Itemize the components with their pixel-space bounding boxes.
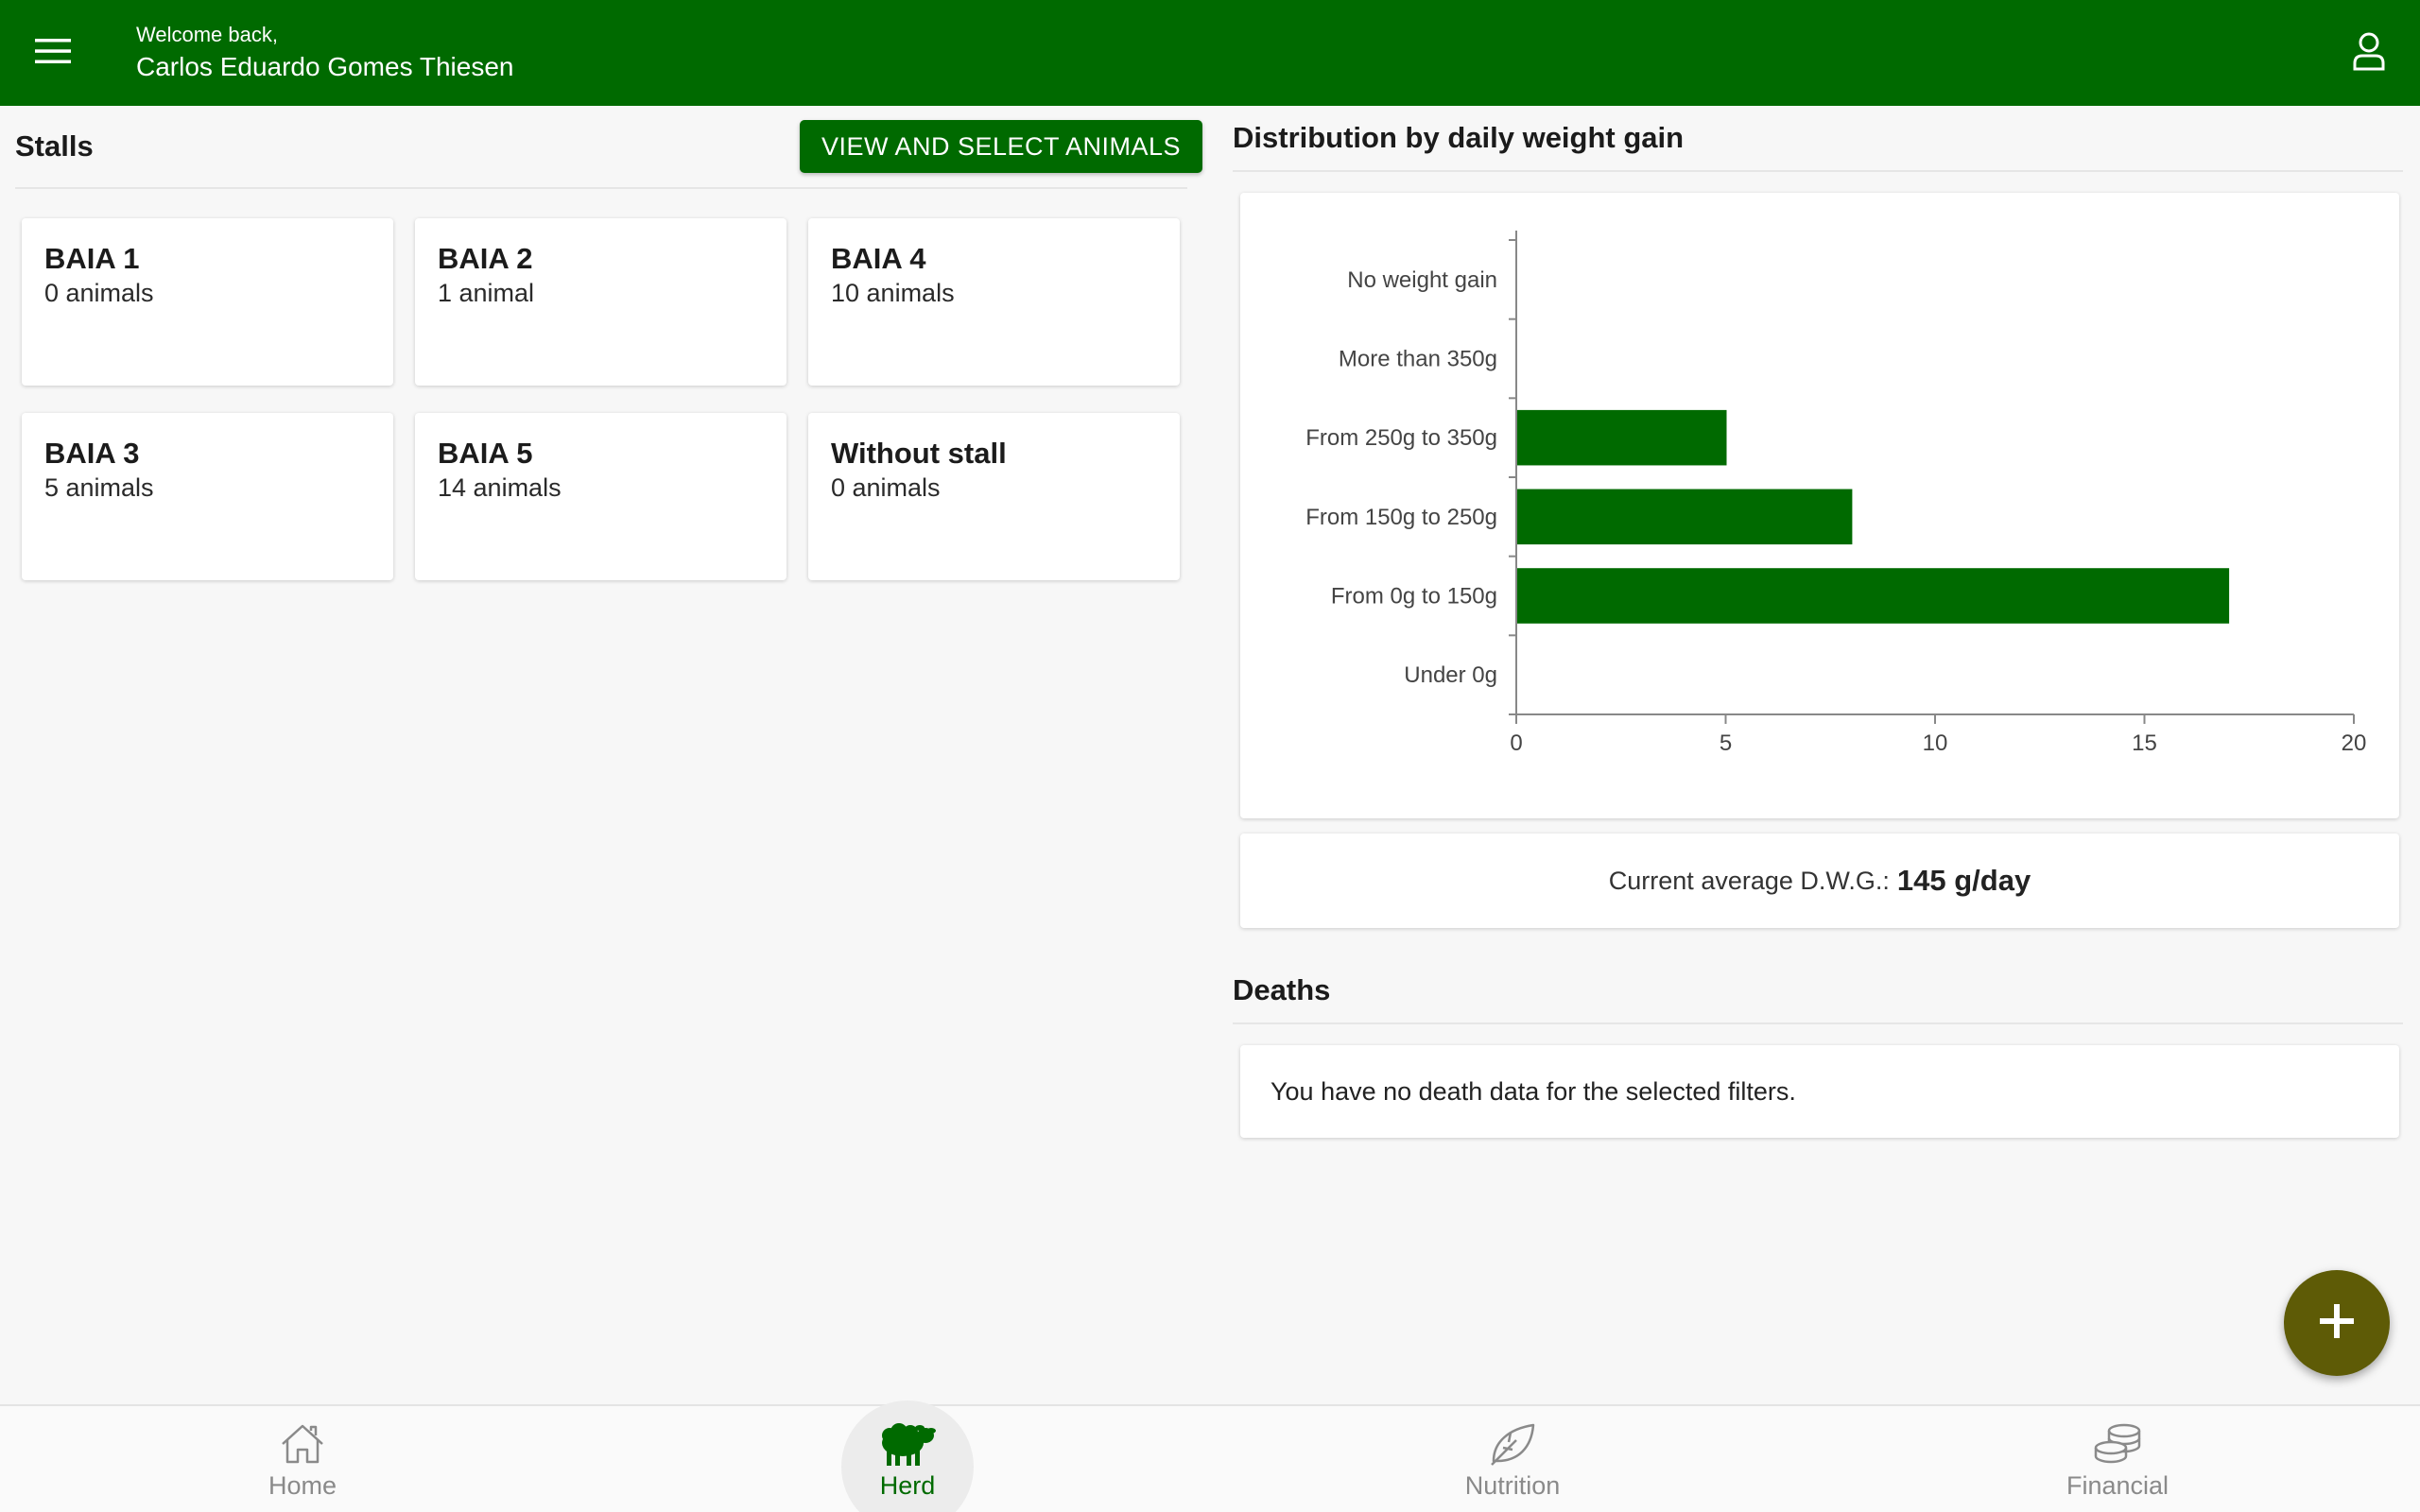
nav-label: Home [268, 1471, 337, 1500]
distribution-chart-card: No weight gain More than 350g From 250g to… [1240, 193, 2399, 818]
y-tick-label: Under 0g [1404, 662, 1497, 688]
y-tick-label: More than 350g [1339, 347, 1497, 372]
stall-name: BAIA 5 [438, 437, 533, 470]
nav-label: Herd [879, 1471, 936, 1500]
stall-name: BAIA 2 [438, 242, 533, 275]
x-tick-label: 10 [1923, 730, 1948, 756]
average-dwg-card: Current average D.W.G.: 145 g/day [1240, 833, 2399, 928]
stall-card[interactable]: BAIA 2 1 animal [415, 218, 786, 386]
stall-name: BAIA 1 [44, 242, 140, 275]
view-and-select-animals-button[interactable]: VIEW AND SELECT ANIMALS [800, 120, 1202, 173]
stall-animal-count: 1 animal [438, 279, 535, 307]
plus-icon [2318, 1302, 2356, 1345]
add-fab-button[interactable] [2284, 1270, 2390, 1376]
stalls-header: Stalls VIEW AND SELECT ANIMALS [15, 106, 1202, 189]
x-tick-label: 5 [1720, 730, 1732, 756]
stall-name: BAIA 4 [831, 242, 926, 275]
nav-item-home[interactable]: Home [0, 1406, 605, 1512]
x-tick-label: 20 [2342, 730, 2367, 756]
stall-card[interactable]: BAIA 3 5 animals [22, 413, 393, 580]
stall-animal-count: 10 animals [831, 279, 955, 307]
y-tick-label: No weight gain [1347, 267, 1497, 293]
distribution-title: Distribution by daily weight gain [1233, 121, 1685, 154]
sheep-icon [878, 1418, 937, 1469]
stall-name: Without stall [831, 437, 1007, 470]
y-tick-label: From 250g to 350g [1305, 425, 1497, 451]
deaths-header: Deaths [1233, 958, 2403, 1024]
stall-card[interactable]: BAIA 4 10 animals [808, 218, 1180, 386]
coins-icon [2092, 1418, 2143, 1469]
bar [1517, 409, 1727, 466]
app-bar: Welcome back, Carlos Eduardo Gomes Thies… [0, 0, 2420, 106]
stall-animal-count: 5 animals [44, 473, 154, 502]
user-icon [2352, 31, 2386, 76]
deaths-card: You have no death data for the selected … [1240, 1045, 2399, 1138]
average-dwg-value: 145 g/day [1896, 864, 2031, 897]
stall-card[interactable]: Without stall 0 animals [808, 413, 1180, 580]
x-tick-label: 15 [2132, 730, 2157, 756]
bottom-navigation: Home Herd Nutrition Financial [0, 1400, 2420, 1512]
y-tick-label: From 0g to 150g [1331, 584, 1497, 610]
home-icon [280, 1418, 325, 1469]
menu-button[interactable] [15, 15, 91, 91]
nav-item-financial[interactable]: Financial [1815, 1406, 2420, 1512]
profile-button[interactable] [2341, 25, 2397, 81]
y-tick-label: From 150g to 250g [1305, 505, 1497, 530]
welcome-text: Welcome back, [136, 23, 278, 46]
stall-animal-count: 0 animals [44, 279, 154, 307]
right-column: Distribution by daily weight gain No wei… [1233, 106, 2403, 1138]
user-name: Carlos Eduardo Gomes Thiesen [136, 52, 514, 81]
nav-label: Nutrition [1464, 1471, 1561, 1500]
average-dwg-label: Current average D.W.G.: [1608, 866, 1890, 895]
greeting: Welcome back, Carlos Eduardo Gomes Thies… [136, 21, 513, 85]
stall-animal-count: 14 animals [438, 473, 562, 502]
x-tick-label: 0 [1510, 730, 1522, 756]
stall-name: BAIA 3 [44, 437, 140, 470]
bar [1517, 489, 1853, 545]
stall-card[interactable]: BAIA 1 0 animals [22, 218, 393, 386]
bar [1517, 568, 2230, 624]
stalls-title: Stalls [15, 129, 94, 163]
distribution-header: Distribution by daily weight gain [1233, 106, 2403, 172]
stall-animal-count: 0 animals [831, 473, 941, 502]
deaths-title: Deaths [1233, 973, 1331, 1006]
stall-card[interactable]: BAIA 5 14 animals [415, 413, 786, 580]
distribution-chart: No weight gain More than 350g From 250g to… [1305, 231, 2367, 756]
hamburger-menu-icon [35, 38, 71, 69]
stall-grid: BAIA 1 0 animals BAIA 2 1 animal BAIA 4 … [22, 218, 1181, 580]
leaf-icon [1488, 1418, 1537, 1469]
nav-item-nutrition[interactable]: Nutrition [1210, 1406, 1815, 1512]
nav-item-herd[interactable]: Herd [605, 1400, 1210, 1512]
nav-label: Financial [2066, 1471, 2169, 1500]
deaths-empty-message: You have no death data for the selected … [1270, 1076, 1796, 1106]
